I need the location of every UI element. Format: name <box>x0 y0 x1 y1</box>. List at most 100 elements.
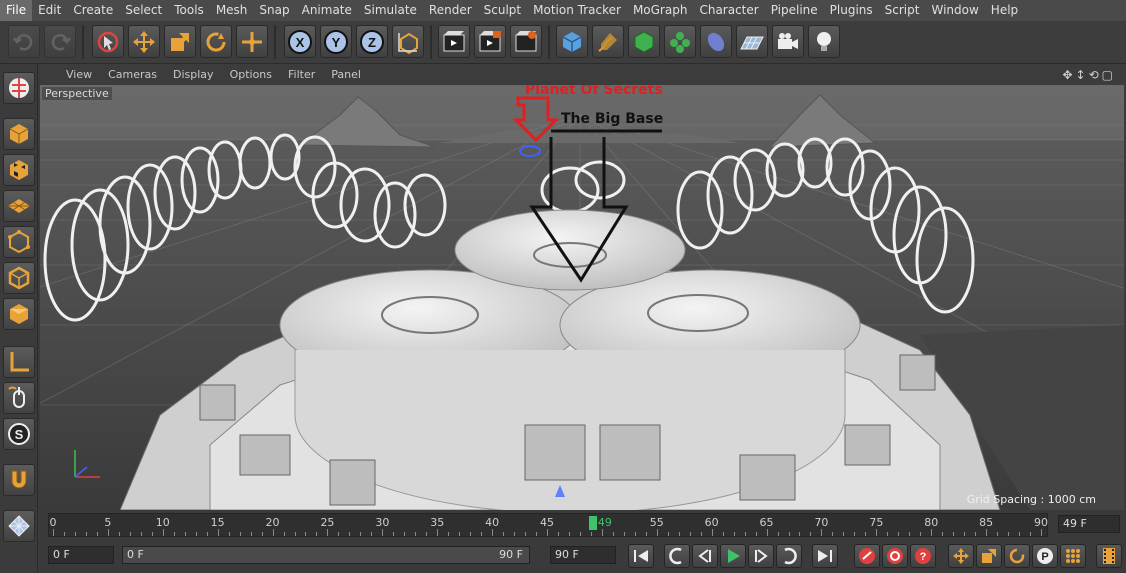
key-rotation-button[interactable] <box>1004 544 1030 568</box>
timeline-ruler[interactable]: 0 5 10 15 20 25 30 35 40 45 49 55 60 65 70 75 80 85 90 <box>48 513 1048 537</box>
autokeying-button[interactable] <box>882 544 908 568</box>
menu-snap[interactable]: Snap <box>253 0 295 21</box>
play-button[interactable] <box>720 544 746 568</box>
scale-button[interactable] <box>164 25 196 58</box>
next-frame-button[interactable] <box>748 544 774 568</box>
range-start-label: 0 F <box>127 548 144 561</box>
playhead[interactable] <box>588 516 597 530</box>
snap-button[interactable]: S <box>3 418 35 450</box>
menu-character[interactable]: Character <box>693 0 764 21</box>
viewport-menu-display[interactable]: Display <box>165 68 222 81</box>
start-frame-field[interactable]: 0 F <box>48 546 114 564</box>
workplane-button[interactable] <box>3 190 35 222</box>
grid-button[interactable] <box>3 510 35 542</box>
edges-mode-button[interactable] <box>3 262 35 294</box>
tick-mark <box>338 532 340 536</box>
multi-tool-button[interactable] <box>236 25 268 58</box>
model-mode-button[interactable] <box>3 118 35 150</box>
y-axis-button[interactable]: Y <box>320 25 352 58</box>
light-button[interactable] <box>808 25 840 58</box>
enable-axis-button[interactable] <box>3 346 35 378</box>
texture-mode-button[interactable] <box>3 154 35 186</box>
render-view-button[interactable] <box>438 25 470 58</box>
go-to-start-button[interactable] <box>628 544 654 568</box>
deformer-button[interactable] <box>700 25 732 58</box>
svg-text:Y: Y <box>332 35 341 50</box>
polygons-mode-button[interactable] <box>3 298 35 330</box>
animation-transport-bar: 0 F 0 F 90 F 90 F ? P <box>40 539 1126 573</box>
tick-label: 65 <box>759 516 774 529</box>
menu-sculpt[interactable]: Sculpt <box>478 0 527 21</box>
tick-mark <box>294 532 296 536</box>
viewport-menu-options[interactable]: Options <box>222 68 280 81</box>
menu-render[interactable]: Render <box>423 0 478 21</box>
menu-pipeline[interactable]: Pipeline <box>765 0 824 21</box>
x-axis-button[interactable]: X <box>284 25 316 58</box>
tick-mark <box>162 529 164 536</box>
floor-button[interactable] <box>736 25 768 58</box>
key-position-button[interactable] <box>948 544 974 568</box>
coordinate-system-button[interactable] <box>392 25 424 58</box>
viewport-solo-button[interactable] <box>3 72 35 104</box>
undo-button[interactable] <box>8 25 40 58</box>
viewport-menu-view[interactable]: View <box>58 68 100 81</box>
viewport-camera-label[interactable]: Perspective <box>42 87 112 100</box>
points-mode-button[interactable] <box>3 226 35 258</box>
viewport-menu-cameras[interactable]: Cameras <box>100 68 165 81</box>
menu-mograph[interactable]: MoGraph <box>627 0 694 21</box>
keyframe-selection-button[interactable]: ? <box>910 544 936 568</box>
live-selection-button[interactable] <box>92 25 124 58</box>
menu-animate[interactable]: Animate <box>296 0 358 21</box>
menu-create[interactable]: Create <box>67 0 119 21</box>
viewport-navigation-icons[interactable]: ✥↕⟲▢ <box>1062 68 1116 82</box>
viewport-menu-panel[interactable]: Panel <box>323 68 369 81</box>
key-parameter-button[interactable]: P <box>1032 544 1058 568</box>
menu-file[interactable]: File <box>0 0 33 21</box>
subdivision-surface-button[interactable] <box>628 25 660 58</box>
tick-mark <box>349 532 351 536</box>
render-settings-button[interactable] <box>510 25 542 58</box>
move-button[interactable] <box>128 25 160 58</box>
end-frame-field[interactable]: 90 F <box>550 546 616 564</box>
previous-frame-button[interactable] <box>692 544 718 568</box>
menu-window[interactable]: Window <box>925 0 984 21</box>
tick-mark <box>525 532 527 536</box>
timeline-window-button[interactable] <box>1096 544 1122 568</box>
cube-button[interactable] <box>556 25 588 58</box>
camera-button[interactable] <box>772 25 804 58</box>
menu-simulate[interactable]: Simulate <box>358 0 423 21</box>
camera-icon <box>778 32 798 49</box>
scale-key-icon <box>982 549 996 563</box>
tick-mark <box>96 532 98 536</box>
menu-tools[interactable]: Tools <box>168 0 210 21</box>
rotate-button[interactable] <box>200 25 232 58</box>
viewport-menu-filter[interactable]: Filter <box>280 68 323 81</box>
go-to-end-button[interactable] <box>812 544 838 568</box>
cloner-button[interactable] <box>664 25 696 58</box>
render-picture-viewer-button[interactable] <box>474 25 506 58</box>
menu-edit[interactable]: Edit <box>32 0 67 21</box>
current-frame-field[interactable]: 49 F <box>1058 515 1120 533</box>
svg-text:S: S <box>15 427 24 442</box>
pen-button[interactable] <box>592 25 624 58</box>
tweak-button[interactable] <box>3 382 35 414</box>
menu-plugins[interactable]: Plugins <box>824 0 879 21</box>
menu-help[interactable]: Help <box>985 0 1024 21</box>
key-scale-button[interactable] <box>976 544 1002 568</box>
range-slider[interactable]: 0 F 90 F <box>122 546 530 564</box>
key-point-level-button[interactable] <box>1060 544 1086 568</box>
magnet-button[interactable] <box>3 464 35 496</box>
z-axis-button[interactable]: Z <box>356 25 388 58</box>
next-keyframe-button[interactable] <box>776 544 802 568</box>
tick-mark <box>612 532 614 536</box>
previous-keyframe-button[interactable] <box>664 544 690 568</box>
toolbar-separator <box>82 25 84 59</box>
redo-button[interactable] <box>44 25 76 58</box>
perspective-viewport[interactable]: Perspective Planet Of Secrets The Big Ba… <box>40 85 1124 510</box>
menu-script[interactable]: Script <box>879 0 926 21</box>
menu-select[interactable]: Select <box>119 0 168 21</box>
tick-mark <box>1019 532 1021 536</box>
record-active-objects-button[interactable] <box>854 544 880 568</box>
menu-mesh[interactable]: Mesh <box>210 0 254 21</box>
menu-motion-tracker[interactable]: Motion Tracker <box>527 0 627 21</box>
